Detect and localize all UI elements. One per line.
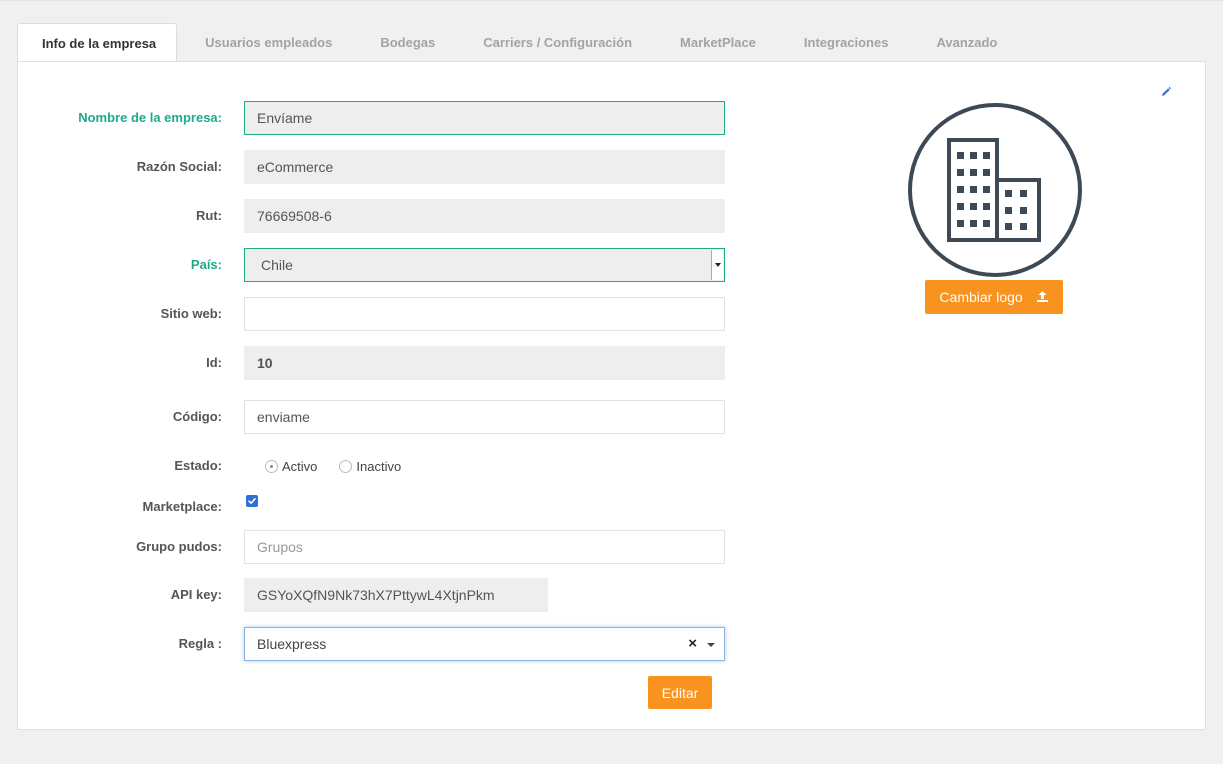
estado-activo-radio[interactable]	[265, 459, 278, 473]
pencil-icon[interactable]	[1160, 86, 1172, 98]
tab-carriers-configuracion[interactable]: Carriers / Configuración	[459, 23, 656, 62]
estado-inactivo-label: Inactivo	[356, 458, 402, 474]
marketplace-row: Marketplace:	[18, 490, 748, 524]
id-row: Id: 10	[18, 346, 748, 380]
id-label: Id:	[206, 355, 222, 370]
rut-row: Rut: 76669508-6	[18, 199, 748, 233]
razon-social-input[interactable]: eCommerce	[244, 150, 725, 184]
sitio-web-label: Sitio web:	[160, 306, 222, 321]
cambiar-logo-button[interactable]: Cambiar logo	[925, 280, 1063, 314]
pais-label: País:	[190, 257, 222, 272]
pais-select[interactable]: Chile	[244, 248, 725, 282]
codigo-input[interactable]: enviame	[244, 400, 725, 434]
codigo-row: Código: enviame	[18, 400, 748, 434]
api-key-input[interactable]: GSYoXQfN9Nk73hX7PttywL4XtjnPkm	[244, 578, 548, 612]
id-input[interactable]: 10	[244, 346, 725, 380]
marketplace-checkbox[interactable]	[246, 495, 258, 507]
regla-row: Regla : Bluexpress ×	[18, 627, 748, 661]
estado-activo-option[interactable]: Activo	[265, 459, 317, 474]
marketplace-label: Marketplace:	[142, 499, 222, 514]
razon-social-row: Razón Social: eCommerce	[18, 150, 748, 184]
estado-inactivo-radio[interactable]	[339, 459, 353, 473]
rut-label: Rut:	[196, 208, 222, 223]
tab-integraciones[interactable]: Integraciones	[780, 23, 913, 62]
clear-icon[interactable]: ×	[688, 628, 697, 660]
grupo-pudos-row: Grupo pudos: Grupos	[18, 530, 748, 564]
top-divider	[0, 0, 1223, 4]
rut-input[interactable]: 76669508-6	[244, 199, 725, 233]
upload-icon	[1036, 291, 1048, 302]
regla-label: Regla :	[178, 636, 222, 651]
estado-activo-label: Activo	[282, 458, 318, 474]
chevron-down-icon[interactable]	[711, 250, 723, 280]
checkmark-icon	[248, 498, 256, 504]
regla-selected-value: Bluexpress	[257, 636, 327, 652]
estado-row: Estado: Activo Inactivo	[18, 449, 748, 483]
company-name-row: Nombre de la empresa: Envíame	[18, 101, 748, 135]
tab-avanzado[interactable]: Avanzado	[912, 23, 1021, 62]
tab-bar: Info de la empresa Usuarios empleados Bo…	[17, 23, 1021, 63]
grupo-pudos-input[interactable]: Grupos	[244, 530, 725, 564]
estado-inactivo-option[interactable]: Inactivo	[339, 459, 401, 474]
company-name-label: Nombre de la empresa:	[78, 110, 222, 125]
chevron-down-icon[interactable]	[707, 643, 715, 647]
tab-info-empresa[interactable]: Info de la empresa	[17, 23, 178, 63]
sitio-web-row: Sitio web:	[18, 297, 748, 331]
sitio-web-input[interactable]	[244, 297, 725, 331]
tab-marketplace[interactable]: MarketPlace	[656, 23, 780, 62]
company-info-panel: Nombre de la empresa: Envíame Razón Soci…	[17, 61, 1206, 730]
api-key-row: API key: GSYoXQfN9Nk73hX7PttywL4XtjnPkm	[18, 578, 748, 612]
regla-select[interactable]: Bluexpress ×	[244, 627, 725, 661]
pais-selected-value: Chile	[261, 257, 293, 273]
estado-label: Estado:	[174, 458, 222, 473]
estado-radio-group: Activo Inactivo	[265, 449, 423, 483]
cambiar-logo-label: Cambiar logo	[939, 289, 1023, 305]
grupo-pudos-label: Grupo pudos:	[136, 539, 222, 554]
tab-bodegas[interactable]: Bodegas	[356, 23, 459, 62]
company-name-input[interactable]: Envíame	[244, 101, 725, 135]
razon-social-label: Razón Social:	[136, 159, 222, 174]
building-icon	[908, 103, 1082, 277]
editar-button[interactable]: Editar	[648, 676, 712, 709]
api-key-label: API key:	[170, 587, 222, 602]
pais-row: País: Chile	[18, 248, 748, 282]
tab-usuarios-empleados[interactable]: Usuarios empleados	[177, 23, 356, 62]
codigo-label: Código:	[172, 409, 222, 424]
